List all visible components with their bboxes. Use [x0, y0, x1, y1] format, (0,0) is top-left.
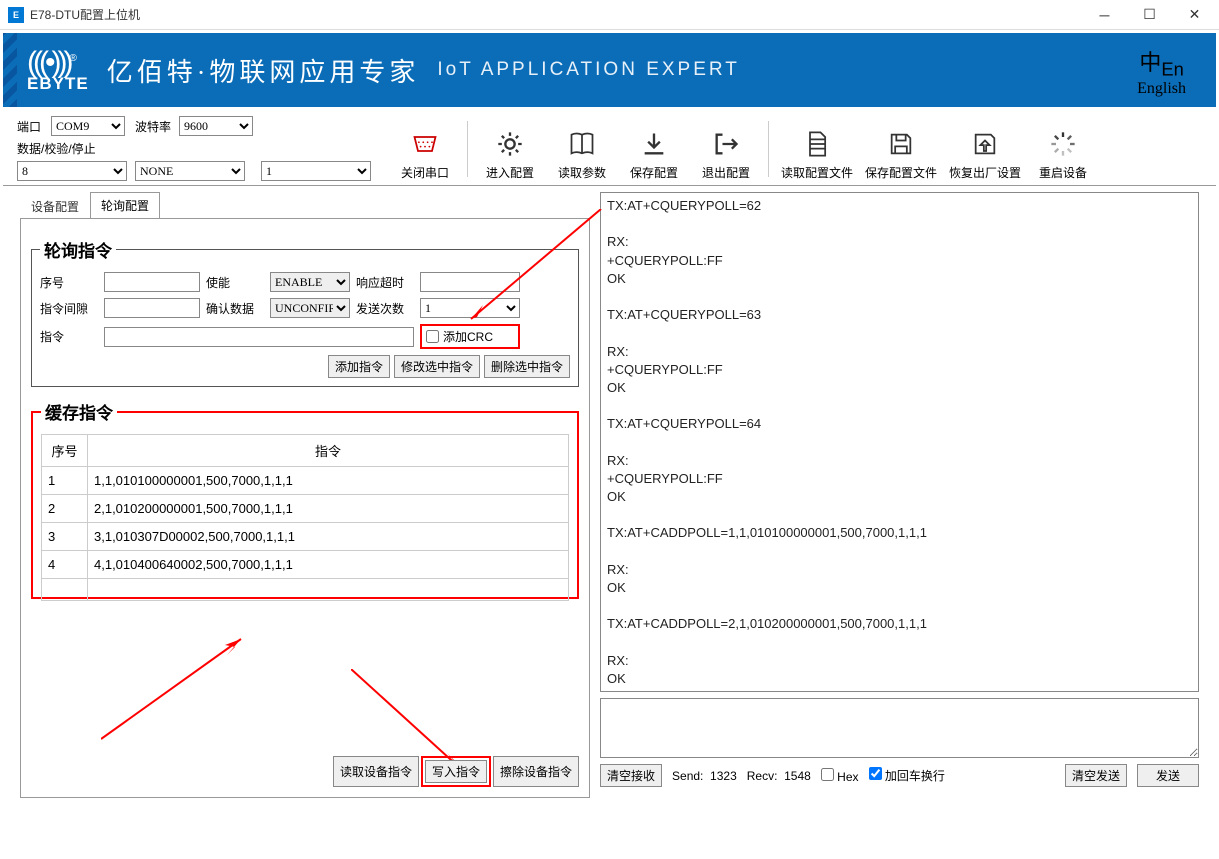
tab-poll[interactable]: 轮询配置: [90, 192, 160, 218]
seq-input[interactable]: [104, 272, 200, 292]
cache-table[interactable]: 序号 指令 11,1,010100000001,500,7000,1,1,122…: [41, 434, 569, 601]
recv-count-label: Recv: 1548: [747, 769, 811, 783]
tagline-en: IoT APPLICATION EXPERT: [437, 59, 740, 81]
tagline: 亿佰特·物联网应用专家: [107, 52, 420, 89]
table-row[interactable]: 11,1,010100000001,500,7000,1,1,1: [42, 467, 569, 495]
send-count-label: Send: 1323: [672, 769, 737, 783]
timeout-label: 响应超时: [356, 274, 414, 291]
col-cmd: 指令: [88, 435, 569, 467]
table-row[interactable]: 44,1,010400640002,500,7000,1,1,1: [42, 551, 569, 579]
language-switch[interactable]: 中En English: [1137, 45, 1186, 98]
write-cmd-button[interactable]: 写入指令: [425, 760, 487, 783]
poll-legend: 轮询指令: [40, 237, 116, 262]
crc-checkbox-wrap[interactable]: 添加CRC: [420, 324, 520, 349]
poll-command-group: 轮询指令 序号 使能 ENABLE 响应超时 指令间隙 确认数据 UNCONFI…: [31, 237, 579, 387]
bottom-buttons: 读取设备指令 写入指令 擦除设备指令: [333, 756, 579, 787]
maximize-button[interactable]: ☐: [1127, 0, 1172, 30]
add-cmd-button[interactable]: 添加指令: [328, 355, 390, 378]
seq-label: 序号: [40, 274, 98, 291]
minimize-button[interactable]: ─: [1082, 0, 1127, 30]
enable-label: 使能: [206, 274, 264, 291]
banner-stripe: [3, 33, 17, 107]
tab-body: 轮询指令 序号 使能 ENABLE 响应超时 指令间隙 确认数据 UNCONFI…: [20, 218, 590, 798]
confirm-label: 确认数据: [206, 300, 264, 317]
logo-text: EBYTE: [27, 74, 89, 94]
restore-icon: [971, 130, 999, 158]
clear-send-button[interactable]: 清空发送: [1065, 764, 1127, 787]
baud-label: 波特率: [135, 118, 171, 135]
clear-recv-button[interactable]: 清空接收: [600, 764, 662, 787]
erase-device-button[interactable]: 擦除设备指令: [493, 756, 579, 787]
modify-cmd-button[interactable]: 修改选中指令: [394, 355, 480, 378]
floppy-icon: [887, 130, 915, 158]
cmd-label: 指令: [40, 328, 98, 345]
crlf-checkbox[interactable]: 加回车换行: [869, 767, 945, 784]
read-device-button[interactable]: 读取设备指令: [333, 756, 419, 787]
read-file-button[interactable]: 读取配置文件: [775, 117, 859, 181]
close-port-button[interactable]: 关闭串口: [389, 117, 461, 181]
stopbits-select[interactable]: 1: [261, 161, 371, 181]
col-num: 序号: [42, 435, 88, 467]
download-icon: [640, 130, 668, 158]
table-row[interactable]: 33,1,010307D00002,500,7000,1,1,1: [42, 523, 569, 551]
tab-device[interactable]: 设备配置: [20, 193, 90, 219]
window-title: E78-DTU配置上位机: [30, 6, 1082, 23]
save-file-button[interactable]: 保存配置文件: [859, 117, 943, 181]
status-row: 清空接收 Send: 1323 Recv: 1548 Hex 加回车换行 清空发…: [600, 764, 1199, 787]
loading-icon: [1049, 130, 1077, 158]
baud-select[interactable]: 9600: [179, 116, 253, 136]
hex-checkbox[interactable]: Hex: [821, 768, 859, 784]
serial-settings: 端口 COM9 波特率 9600 数据/校验/停止 8 NONE 1: [17, 116, 371, 181]
tabs: 设备配置 轮询配置: [20, 192, 590, 218]
close-button[interactable]: ✕: [1172, 0, 1217, 30]
file-read-icon: [803, 130, 831, 158]
timeout-input[interactable]: [420, 272, 520, 292]
send-textarea[interactable]: [600, 698, 1199, 758]
logo: (((•)))® EBYTE: [27, 46, 89, 94]
log-output[interactable]: TX:AT+CQUERYPOLL=62 RX: +CQUERYPOLL:FF O…: [600, 192, 1199, 692]
toolbar: 端口 COM9 波特率 9600 数据/校验/停止 8 NONE 1 关闭串口 …: [3, 110, 1216, 186]
parity-select[interactable]: NONE: [135, 161, 245, 181]
serial-port-icon: [411, 130, 439, 158]
cmd-input[interactable]: [104, 327, 414, 347]
titlebar: E E78-DTU配置上位机 ─ ☐ ✕: [0, 0, 1219, 30]
interval-label: 指令间隙: [40, 300, 98, 317]
delete-cmd-button[interactable]: 删除选中指令: [484, 355, 570, 378]
count-label: 发送次数: [356, 300, 414, 317]
gear-icon: [496, 130, 524, 158]
count-select[interactable]: 1: [420, 298, 520, 318]
enter-config-button[interactable]: 进入配置: [474, 117, 546, 181]
save-config-button[interactable]: 保存配置: [618, 117, 690, 181]
banner: (((•)))® EBYTE 亿佰特·物联网应用专家 IoT APPLICATI…: [3, 33, 1216, 107]
dsp-label: 数据/校验/停止: [17, 140, 371, 157]
reboot-button[interactable]: 重启设备: [1027, 117, 1099, 181]
exit-config-button[interactable]: 退出配置: [690, 117, 762, 181]
exit-icon: [712, 130, 740, 158]
enable-select[interactable]: ENABLE: [270, 272, 350, 292]
port-label: 端口: [17, 118, 43, 135]
send-button[interactable]: 发送: [1137, 764, 1199, 787]
crc-checkbox[interactable]: [426, 330, 439, 343]
table-row[interactable]: 22,1,010200000001,500,7000,1,1,1: [42, 495, 569, 523]
language-icon: 中En: [1137, 45, 1186, 80]
restore-button[interactable]: 恢复出厂设置: [943, 117, 1027, 181]
cache-group: 缓存指令 序号 指令 11,1,010100000001,500,7000,1,…: [31, 399, 579, 599]
interval-input[interactable]: [104, 298, 200, 318]
databits-select[interactable]: 8: [17, 161, 127, 181]
app-icon: E: [8, 7, 24, 23]
cache-legend: 缓存指令: [41, 399, 117, 424]
port-select[interactable]: COM9: [51, 116, 125, 136]
book-icon: [568, 130, 596, 158]
read-param-button[interactable]: 读取参数: [546, 117, 618, 181]
confirm-select[interactable]: UNCONFIRM: [270, 298, 350, 318]
